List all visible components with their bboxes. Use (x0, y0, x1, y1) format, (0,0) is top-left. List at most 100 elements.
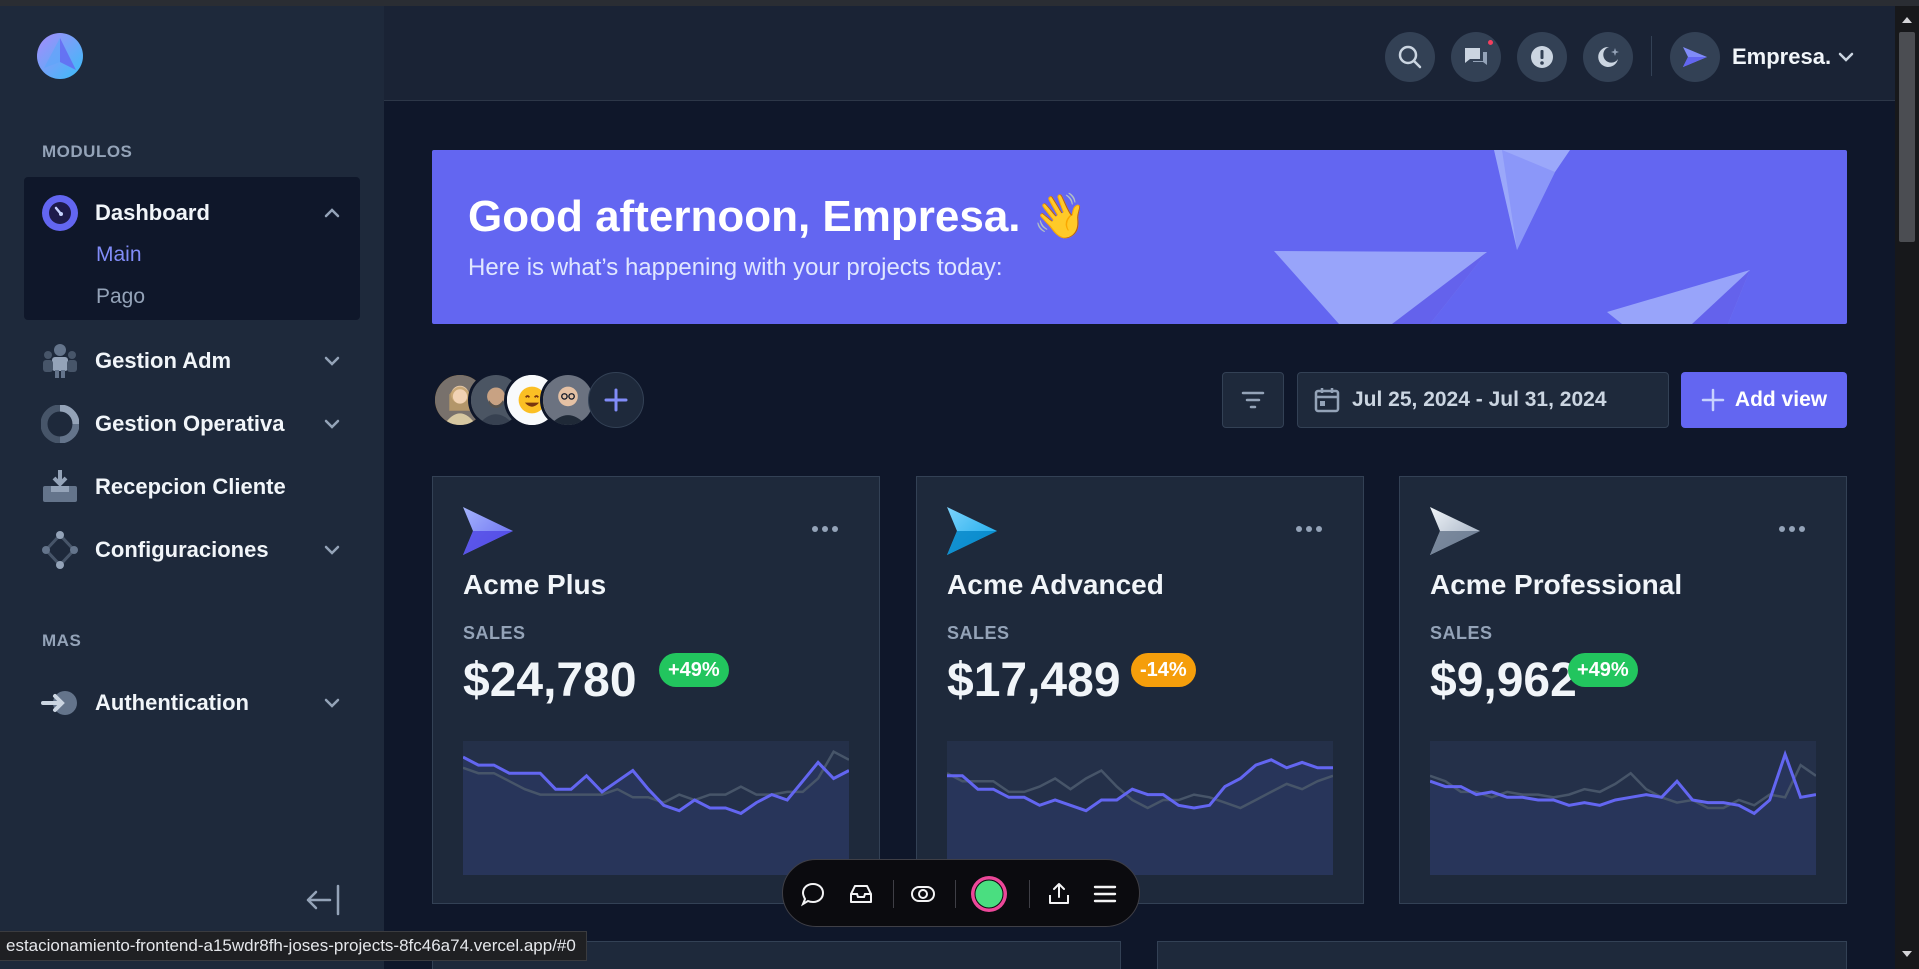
team-avatars (432, 372, 672, 428)
user-status-button[interactable] (969, 874, 1009, 914)
partial-card (1157, 941, 1847, 969)
toolbar-divider (1029, 880, 1030, 908)
share-button[interactable] (1043, 878, 1075, 910)
inbox-download-icon (40, 467, 80, 507)
sidebar-item-configuraciones[interactable]: Configuraciones (24, 522, 360, 578)
inbox-button[interactable] (845, 878, 877, 910)
toolbar-divider (955, 880, 956, 908)
dashboard-gauge-icon (40, 193, 80, 233)
sidebar-item-label: Recepcion Cliente (95, 474, 286, 499)
dark-mode-icon (1598, 46, 1619, 67)
people-icon (40, 341, 80, 381)
sidebar-item-authentication[interactable]: Authentication (24, 675, 360, 731)
top-header: Empresa. (384, 6, 1895, 101)
user-menu[interactable]: Empresa. (1670, 32, 1855, 82)
product-card: Acme Professional SALES $9,962 +49% (1399, 476, 1847, 904)
search-button[interactable] (1385, 32, 1435, 82)
chevron-down-icon (1838, 52, 1854, 62)
collapse-sidebar-icon[interactable] (304, 882, 344, 918)
preview-toggle-button[interactable] (907, 878, 939, 910)
search-icon (1398, 45, 1422, 69)
menu-button[interactable] (1089, 878, 1121, 910)
info-button[interactable] (1517, 32, 1567, 82)
filter-icon (1241, 391, 1265, 409)
status-url: estacionamiento-frontend-a15wdr8fh-joses… (0, 931, 587, 961)
greeting-subtitle: Here is what’s happening with your proje… (468, 254, 1003, 281)
status-avatar-icon (971, 876, 1007, 912)
sidebar-item-label: Gestion Operativa (95, 411, 285, 436)
section-label-modules: MODULOS (42, 142, 133, 161)
date-range-label: Jul 25, 2024 - Jul 31, 2024 (1352, 388, 1607, 411)
sidebar-item-gestion-adm[interactable]: Gestion Adm (24, 333, 360, 389)
sidebar-item-gestion-operativa[interactable]: Gestion Operativa (24, 396, 360, 452)
add-view-label: Add view (1734, 388, 1828, 411)
date-range-picker[interactable]: Jul 25, 2024 - Jul 31, 2024 (1297, 372, 1669, 428)
info-icon (1531, 46, 1553, 68)
product-card: Acme Plus SALES $24,780 +49% (432, 476, 880, 904)
app-logo[interactable] (36, 32, 84, 80)
dark-mode-toggle[interactable] (1583, 32, 1633, 82)
change-badge: +49% (659, 653, 729, 687)
share-icon (1049, 883, 1069, 904)
scroll-down-arrow-icon[interactable] (1901, 948, 1913, 960)
paper-plane-icon (1683, 47, 1707, 67)
header-divider (1651, 36, 1652, 76)
inbox-icon (850, 885, 872, 903)
sidebar-item-label: Dashboard (95, 200, 210, 225)
comment-icon (800, 882, 825, 907)
pie-chart-icon (40, 404, 80, 444)
sidebar-item-label: Authentication (95, 690, 249, 715)
card-label: SALES (1430, 623, 1493, 643)
product-card: Acme Advanced SALES $17,489 -14% (916, 476, 1364, 904)
user-name: Empresa. (1732, 44, 1832, 69)
calendar-icon (1314, 388, 1340, 413)
sidebar-item-recepcion-cliente[interactable]: Recepcion Cliente (24, 459, 360, 515)
card-title: Acme Advanced (947, 569, 1164, 600)
sign-in-icon (40, 683, 80, 723)
paper-plane-icon (1430, 507, 1480, 555)
card-label: SALES (463, 623, 526, 643)
add-view-button[interactable]: Add view (1681, 372, 1847, 428)
sidebar-item-dashboard[interactable]: Dashboard (24, 185, 360, 241)
messages-button[interactable] (1451, 32, 1501, 82)
paper-plane-icon (463, 507, 513, 555)
add-member-button[interactable] (588, 372, 644, 428)
card-value: $24,780 (463, 654, 637, 707)
comment-button[interactable] (797, 878, 829, 910)
scroll-up-arrow-icon[interactable] (1901, 14, 1913, 26)
greeting-title: Good afternoon, Empresa. 👋 (468, 192, 1088, 241)
chevron-down-icon[interactable] (320, 349, 344, 373)
more-options-icon[interactable] (1293, 521, 1325, 537)
change-badge: -14% (1131, 653, 1196, 687)
card-value: $17,489 (947, 654, 1121, 707)
scrollbar[interactable] (1895, 6, 1919, 969)
card-value: $9,962 (1430, 654, 1577, 707)
sales-sparkline (1430, 741, 1816, 875)
filter-button[interactable] (1222, 372, 1284, 428)
hamburger-menu-icon (1093, 885, 1117, 903)
chevron-up-icon[interactable] (320, 201, 344, 225)
card-title: Acme Professional (1430, 569, 1683, 600)
more-options-icon[interactable] (1776, 521, 1808, 537)
sales-sparkline (947, 741, 1333, 875)
floating-toolbar (782, 859, 1140, 927)
network-nodes-icon (40, 530, 80, 570)
chevron-down-icon[interactable] (320, 538, 344, 562)
plus-icon (604, 388, 628, 412)
eye-icon (911, 886, 935, 902)
notification-dot (1486, 38, 1495, 47)
welcome-banner: Good afternoon, Empresa. 👋 Here is what’… (432, 150, 1847, 324)
plus-icon (1701, 388, 1725, 412)
avatar (1670, 32, 1720, 82)
chevron-down-icon[interactable] (320, 412, 344, 436)
paper-plane-icon (947, 507, 997, 555)
more-options-icon[interactable] (809, 521, 841, 537)
chevron-down-icon[interactable] (320, 691, 344, 715)
scroll-thumb[interactable] (1899, 32, 1915, 242)
sidebar-subitem-main[interactable]: Main (96, 243, 142, 267)
sidebar-subitem-pago[interactable]: Pago (96, 285, 145, 309)
toolbar-divider (893, 880, 894, 908)
section-label-more: MAS (42, 631, 82, 650)
card-title: Acme Plus (463, 569, 607, 600)
sidebar-item-label: Gestion Adm (95, 348, 232, 373)
